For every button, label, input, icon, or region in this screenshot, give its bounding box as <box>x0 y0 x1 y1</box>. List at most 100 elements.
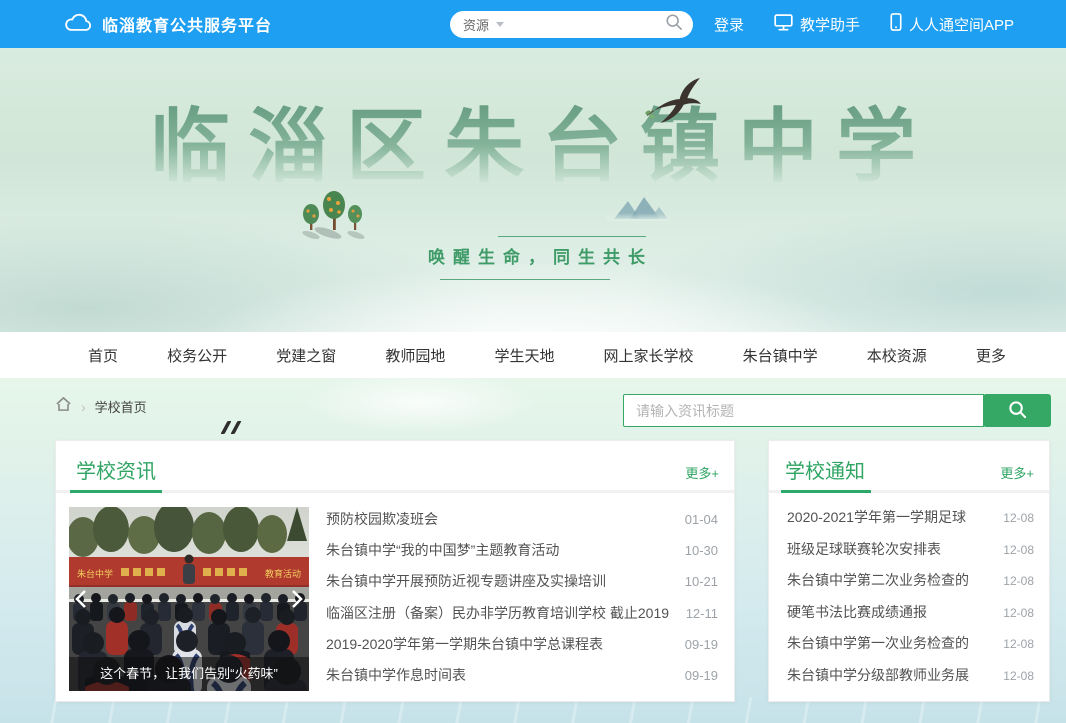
notice-panel-header: 学校通知 更多+ <box>769 441 1049 493</box>
notice-item-date: 12-08 <box>1003 669 1034 683</box>
mountain-decoration <box>606 195 670 226</box>
nav-item[interactable]: 教师园地 <box>385 345 445 366</box>
topbar: 临淄教育公共服务平台 资源 登录 <box>0 0 1066 48</box>
article-search <box>623 394 1051 427</box>
photo-banner-text-right: 教育活动 <box>265 568 301 579</box>
page: 临淄教育公共服务平台 资源 登录 <box>0 0 1066 723</box>
login-label: 登录 <box>714 14 744 35</box>
article-search-input[interactable] <box>623 394 984 427</box>
slogan-line-top <box>498 236 646 237</box>
hero-banner: 临淄区朱台镇中学 <box>0 48 1066 332</box>
photo-banner-text-left: 朱台中学 <box>77 568 113 579</box>
notice-panel: 学校通知 更多+ 2020-2021学年第一学期足球 12-08 班级足球联赛轮… <box>768 440 1050 702</box>
header-rule <box>56 490 734 493</box>
chevron-right-icon: › <box>81 399 86 415</box>
home-icon[interactable] <box>55 396 72 417</box>
search-icon <box>1008 400 1027 422</box>
notice-item-title: 朱台镇中学分级部教师业务展 <box>787 665 991 685</box>
nav-item[interactable]: 党建之窗 <box>276 345 336 366</box>
notice-item-date: 12-08 <box>1003 574 1034 588</box>
notice-item-date: 12-08 <box>1003 637 1034 651</box>
nav-item[interactable]: 首页 <box>88 345 118 366</box>
news-list-item[interactable]: 朱台镇中学“我的中国梦”主题教育活动 10-30 <box>326 540 718 560</box>
notice-list-item[interactable]: 2020-2021学年第一学期足球 12-08 <box>787 507 1034 527</box>
slogan-line-bottom <box>440 279 610 280</box>
news-list-item[interactable]: 朱台镇中学作息时间表 09-19 <box>326 665 718 685</box>
monitor-icon <box>774 14 793 35</box>
brand[interactable]: 临淄教育公共服务平台 <box>64 0 272 48</box>
carousel-caption: 这个春节，让我们告别“火药味” <box>69 657 309 691</box>
renrentong-app-label: 人人通空间APP <box>909 14 1014 35</box>
notice-list-item[interactable]: 朱台镇中学第一次业务检查的 12-08 <box>787 633 1034 653</box>
notice-list-item[interactable]: 朱台镇中学第二次业务检查的 12-08 <box>787 570 1034 590</box>
notice-panel-title: 学校通知 <box>785 455 865 484</box>
article-search-button[interactable] <box>983 394 1051 427</box>
nav-item[interactable]: 校务公开 <box>167 345 227 366</box>
news-list: 预防校园欺凌班会 01-04 朱台镇中学“我的中国梦”主题教育活动 10-30 … <box>326 507 718 691</box>
news-item-date: 09-19 <box>685 637 718 652</box>
news-list-item[interactable]: 临淄区注册（备案）民办非学历教育培训学校 截止2019 12-11 <box>326 603 718 623</box>
breadcrumb-current[interactable]: 学校首页 <box>95 397 147 416</box>
news-item-title: 朱台镇中学“我的中国梦”主题教育活动 <box>326 540 673 560</box>
topbar-search-input[interactable] <box>512 17 665 32</box>
breadcrumb: › 学校首页 <box>55 396 147 417</box>
nav-item[interactable]: 本校资源 <box>867 345 927 366</box>
notice-list-item[interactable]: 班级足球联赛轮次安排表 12-08 <box>787 539 1034 559</box>
topbar-search[interactable]: 资源 <box>450 11 693 38</box>
news-item-date: 12-11 <box>686 606 718 621</box>
news-more-link[interactable]: 更多+ <box>685 463 719 482</box>
carousel-photo[interactable]: 朱台中学 教育活动 <box>69 507 309 691</box>
chevron-left-icon <box>77 591 85 607</box>
notice-item-title: 2020-2021学年第一学期足球 <box>787 507 991 527</box>
slogan-text: 唤醒生命，同生共长 <box>428 243 688 268</box>
news-panel-header: 学校资讯 更多+ <box>56 441 734 493</box>
notice-item-title: 班级足球联赛轮次安排表 <box>787 539 991 559</box>
swallow-icon <box>644 76 702 131</box>
news-item-title: 朱台镇中学开展预防近视专题讲座及实操培训 <box>326 571 673 591</box>
trees-decoration <box>298 183 370 246</box>
news-list-item[interactable]: 2019-2020学年第一学期朱台镇中学总课程表 09-19 <box>326 634 718 654</box>
notice-list: 2020-2021学年第一学期足球 12-08 班级足球联赛轮次安排表 12-0… <box>787 507 1034 685</box>
notice-item-date: 12-08 <box>1003 543 1034 557</box>
nav-item[interactable]: 更多 <box>976 345 1006 366</box>
nav-item[interactable]: 朱台镇中学 <box>743 345 818 366</box>
notice-list-item[interactable]: 硬笔书法比赛成绩通报 12-08 <box>787 602 1034 622</box>
news-item-date: 10-30 <box>685 543 718 558</box>
notice-more-link[interactable]: 更多+ <box>1000 463 1034 482</box>
search-category-select[interactable]: 资源 <box>463 15 489 34</box>
main-nav: 首页 校务公开 党建之窗 教师园地 学生天地 网上家长学校 朱台镇中学 本校资源… <box>0 332 1066 378</box>
notice-item-date: 12-08 <box>1003 606 1034 620</box>
news-item-date: 01-04 <box>685 512 718 527</box>
news-list-item[interactable]: 预防校园欺凌班会 01-04 <box>326 509 718 529</box>
nav-item[interactable]: 网上家长学校 <box>604 345 694 366</box>
topbar-links: 登录 教学助手 人人通 <box>714 0 1014 48</box>
smartphone-icon <box>890 13 902 35</box>
renrentong-app-link[interactable]: 人人通空间APP <box>890 13 1014 35</box>
notice-item-title: 朱台镇中学第一次业务检查的 <box>787 633 991 653</box>
chevron-right-icon <box>293 591 301 607</box>
news-list-item[interactable]: 朱台镇中学开展预防近视专题讲座及实操培训 10-21 <box>326 571 718 591</box>
brand-name: 临淄教育公共服务平台 <box>102 12 272 36</box>
search-icon[interactable] <box>665 13 683 36</box>
news-item-title: 预防校园欺凌班会 <box>326 509 673 529</box>
cloud-icon <box>64 11 92 38</box>
school-name-title: 临淄区朱台镇中学 <box>0 103 1066 189</box>
header-rule <box>769 490 1049 493</box>
teaching-assistant-label: 教学助手 <box>800 14 860 35</box>
notice-item-title: 硬笔书法比赛成绩通报 <box>787 602 991 622</box>
login-link[interactable]: 登录 <box>714 14 744 35</box>
notice-item-date: 12-08 <box>1003 511 1034 525</box>
teaching-assistant-link[interactable]: 教学助手 <box>774 14 860 35</box>
carousel-prev-button[interactable] <box>72 585 90 613</box>
chevron-down-icon[interactable] <box>496 22 504 27</box>
news-panel-title: 学校资讯 <box>76 455 156 484</box>
nav-item[interactable]: 学生天地 <box>494 345 554 366</box>
news-panel: 学校资讯 更多+ <box>55 440 735 702</box>
quote-decoration <box>224 421 238 434</box>
news-body: 朱台中学 教育活动 <box>69 507 718 691</box>
carousel-next-button[interactable] <box>288 585 306 613</box>
notice-list-item[interactable]: 朱台镇中学分级部教师业务展 12-08 <box>787 665 1034 685</box>
news-item-date: 09-19 <box>685 668 718 683</box>
news-item-date: 10-21 <box>685 574 718 589</box>
news-item-title: 2019-2020学年第一学期朱台镇中学总课程表 <box>326 634 673 654</box>
